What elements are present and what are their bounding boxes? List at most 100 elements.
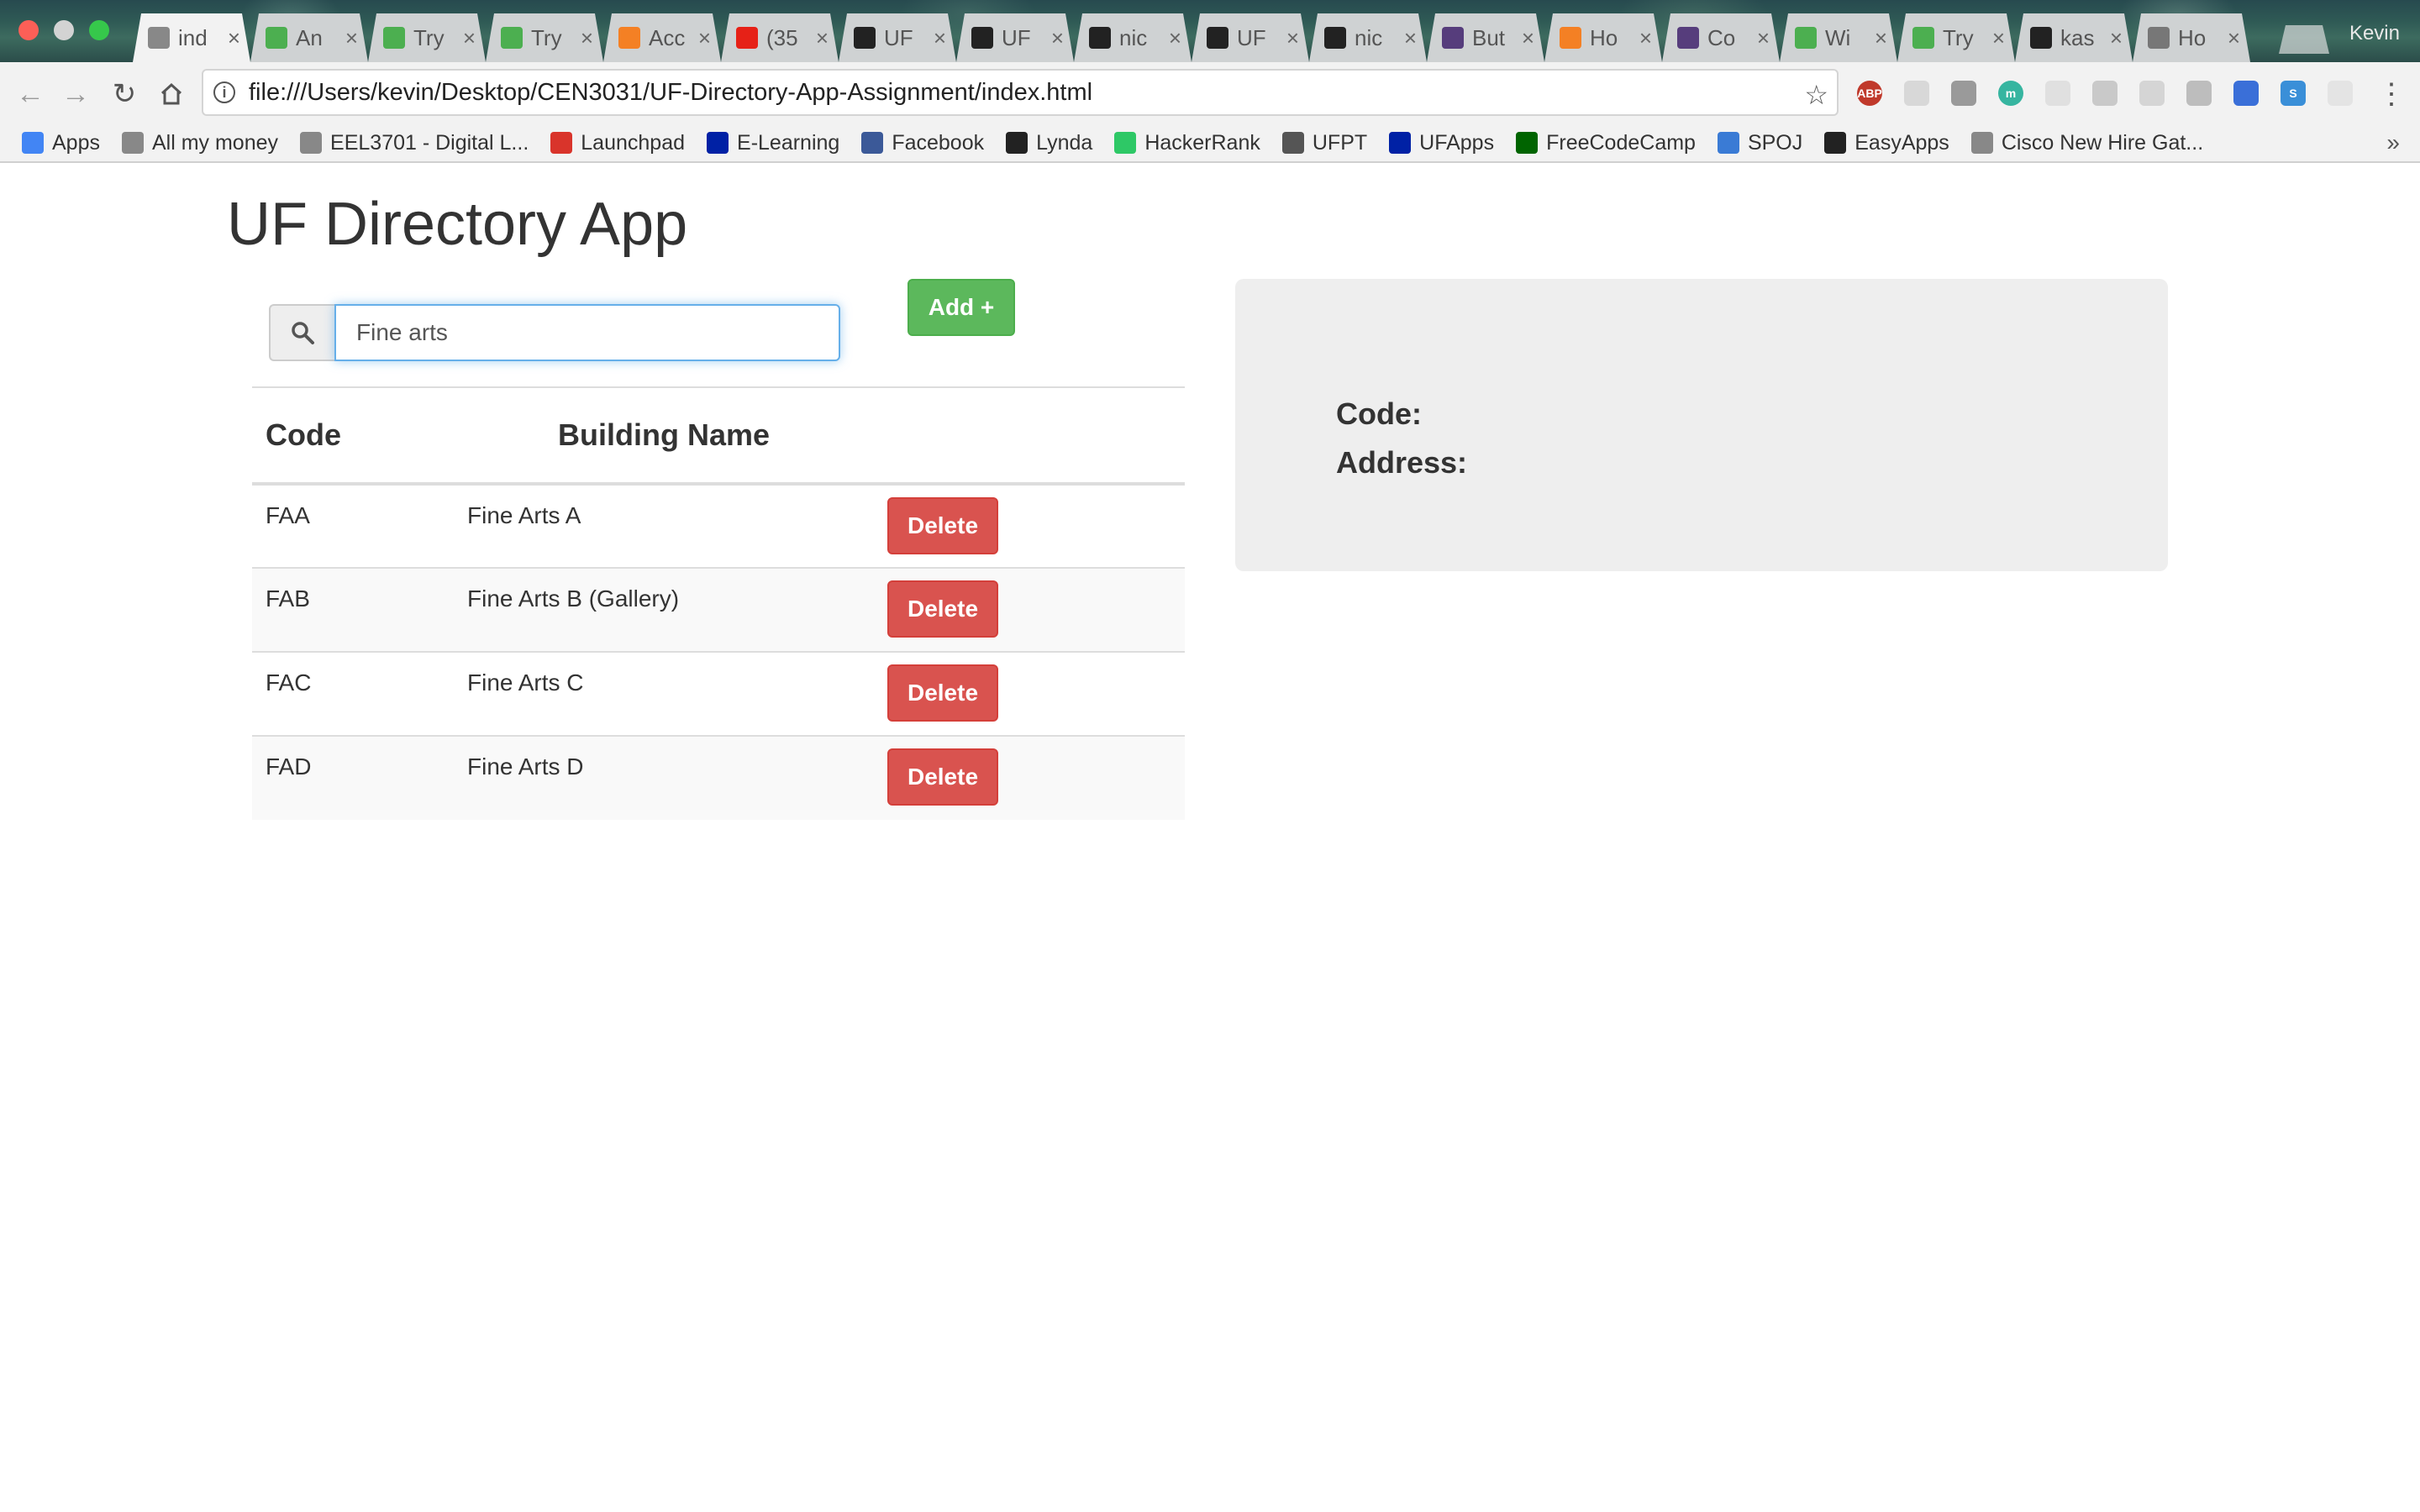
bookmark-item[interactable]: Launchpad [550, 131, 685, 155]
bookmark-item[interactable]: UFApps [1389, 131, 1494, 155]
tab-close-icon[interactable]: × [1286, 25, 1299, 51]
tab-close-icon[interactable]: × [1992, 25, 2005, 51]
tab-close-icon[interactable]: × [698, 25, 711, 51]
tab-close-icon[interactable]: × [1639, 25, 1652, 51]
bookmark-item[interactable]: E-Learning [707, 131, 839, 155]
add-button[interactable]: Add + [908, 279, 1015, 336]
bookmark-label: Launchpad [581, 130, 686, 155]
bookmark-label: UFApps [1419, 130, 1495, 155]
browser-tab[interactable]: (35 × [721, 13, 839, 62]
bookmark-item[interactable]: EEL3701 - Digital L... [300, 131, 529, 155]
extension-icon[interactable] [2045, 81, 2070, 106]
new-tab-button[interactable] [2279, 25, 2329, 54]
extension-icon[interactable] [2328, 81, 2353, 106]
tab-label: ind [178, 24, 208, 50]
bookmark-item[interactable]: UFPT [1281, 131, 1367, 155]
row-actions: Delete [874, 651, 1185, 736]
forward-arrow-icon[interactable]: → [59, 77, 92, 111]
zoom-window-button[interactable] [89, 20, 109, 40]
tab-close-icon[interactable]: × [2110, 25, 2123, 51]
row-actions: Delete [874, 483, 1185, 568]
site-info-icon[interactable]: i [213, 81, 235, 103]
delete-button[interactable]: Delete [887, 497, 998, 554]
tab-close-icon[interactable]: × [1169, 25, 1181, 51]
bookmark-item[interactable]: All my money [121, 131, 278, 155]
minimize-window-button[interactable] [54, 20, 74, 40]
github-icon [854, 27, 876, 49]
table-row[interactable]: FAA Fine Arts A Delete [252, 483, 1185, 568]
tab-close-icon[interactable]: × [1051, 25, 1064, 51]
w3schools-icon [266, 27, 287, 49]
browser-tab[interactable]: Wi × [1780, 13, 1897, 62]
bookmark-item[interactable]: FreeCodeCamp [1516, 131, 1696, 155]
tab-close-icon[interactable]: × [345, 25, 358, 51]
profile-name[interactable]: Kevin [2349, 22, 2400, 45]
tab-label: Co [1707, 24, 1736, 50]
extension-icon[interactable] [1904, 81, 1929, 106]
bookmark-item[interactable]: Cisco New Hire Gat... [1970, 131, 2203, 155]
browser-tab[interactable]: But × [1427, 13, 1544, 62]
bookmark-item[interactable]: EasyApps [1824, 131, 1949, 155]
address-bar[interactable]: i file:///Users/kevin/Desktop/CEN3031/UF… [202, 69, 1839, 116]
bookmark-item[interactable]: Apps [22, 131, 100, 155]
delete-button[interactable]: Delete [887, 748, 998, 806]
tab-close-icon[interactable]: × [581, 25, 593, 51]
bookmark-label: HackerRank [1144, 130, 1260, 155]
bookmark-star-icon[interactable]: ☆ [1804, 79, 1828, 111]
browser-tab[interactable]: An × [250, 13, 368, 62]
tab-close-icon[interactable]: × [1404, 25, 1417, 51]
extension-icon[interactable]: m [1998, 81, 2023, 106]
browser-tab[interactable]: nic × [1309, 13, 1427, 62]
extension-icon[interactable]: S [2281, 81, 2306, 106]
tab-close-icon[interactable]: × [2228, 25, 2240, 51]
browser-tab[interactable]: nic × [1074, 13, 1192, 62]
tab-close-icon[interactable]: × [934, 25, 946, 51]
extension-icon[interactable] [2186, 81, 2212, 106]
bookmark-item[interactable]: Facebook [861, 131, 984, 155]
tab-close-icon[interactable]: × [1522, 25, 1534, 51]
delete-button[interactable]: Delete [887, 580, 998, 638]
close-window-button[interactable] [18, 20, 39, 40]
table-row[interactable]: FAD Fine Arts D Delete [252, 735, 1185, 820]
tab-close-icon[interactable]: × [1875, 25, 1887, 51]
home-icon[interactable] [155, 77, 188, 111]
menu-kebab-icon[interactable]: ⋮ [2375, 77, 2408, 111]
folder-icon [121, 132, 144, 154]
delete-button[interactable]: Delete [887, 664, 998, 722]
browser-tab[interactable]: Try × [1897, 13, 2015, 62]
browser-tab[interactable]: Co × [1662, 13, 1780, 62]
browser-tab[interactable]: Ho × [2133, 13, 2250, 62]
table-row[interactable]: FAC Fine Arts C Delete [252, 651, 1185, 736]
search-input[interactable] [334, 304, 840, 361]
browser-tab[interactable]: kas × [2015, 13, 2133, 62]
uf-icon [1389, 132, 1412, 154]
search-icon [269, 304, 334, 361]
extension-icon[interactable] [1951, 81, 1976, 106]
more-bookmarks-icon[interactable]: » [2386, 129, 2400, 156]
github-icon [1324, 27, 1346, 49]
extension-icon[interactable] [2092, 81, 2118, 106]
tab-close-icon[interactable]: × [228, 25, 240, 51]
reload-icon[interactable]: ↻ [108, 77, 141, 111]
browser-tab[interactable]: UF × [956, 13, 1074, 62]
tab-close-icon[interactable]: × [1757, 25, 1770, 51]
bookmark-extension-icon[interactable] [2233, 81, 2259, 106]
table-row[interactable]: FAB Fine Arts B (Gallery) Delete [252, 567, 1185, 652]
browser-tab[interactable]: Acc × [603, 13, 721, 62]
bookmark-item[interactable]: Lynda [1006, 131, 1092, 155]
tab-close-icon[interactable]: × [816, 25, 829, 51]
browser-tab[interactable]: UF × [1192, 13, 1309, 62]
adblock-extension-icon[interactable]: ABP [1857, 81, 1882, 106]
tab-label: (35 [766, 24, 798, 50]
extension-icon[interactable] [2139, 81, 2165, 106]
bookmark-item[interactable]: SPOJ [1717, 131, 1802, 155]
bookmark-item[interactable]: HackerRank [1114, 131, 1260, 155]
browser-tab[interactable]: Try × [368, 13, 486, 62]
tab-close-icon[interactable]: × [463, 25, 476, 51]
browser-tab[interactable]: Try × [486, 13, 603, 62]
back-arrow-icon[interactable]: ← [13, 77, 47, 111]
tab-label: kas [2060, 24, 2095, 50]
browser-tab[interactable]: ind × [133, 13, 250, 62]
browser-tab[interactable]: Ho × [1544, 13, 1662, 62]
browser-tab[interactable]: UF × [839, 13, 956, 62]
